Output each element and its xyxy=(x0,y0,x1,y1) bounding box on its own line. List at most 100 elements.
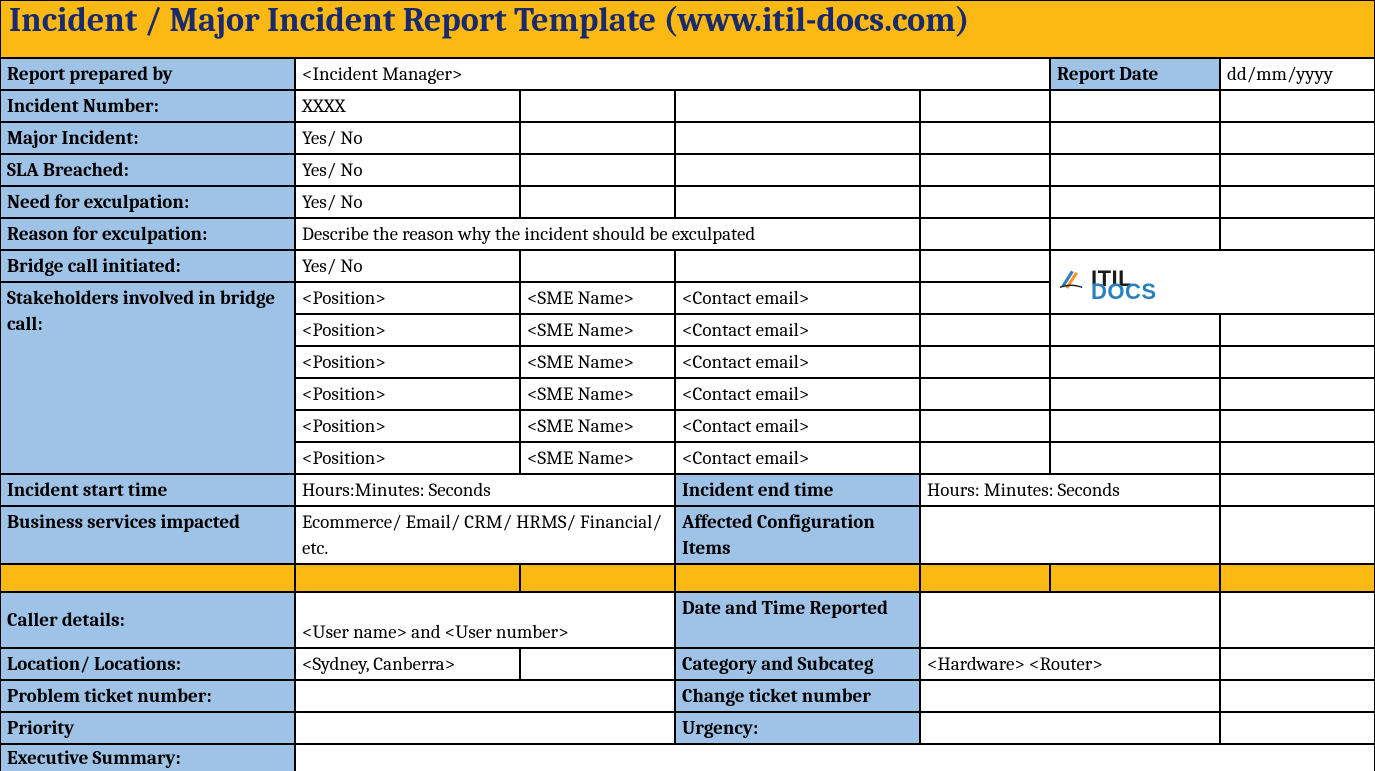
empty-cell[interactable] xyxy=(675,122,920,154)
value-reason-exculpation[interactable]: Describe the reason why the incident sho… xyxy=(295,218,920,250)
empty-cell[interactable] xyxy=(920,250,1050,282)
label-end-time: Incident end time xyxy=(675,474,920,506)
value-incident-number[interactable]: XXXX xyxy=(295,90,520,122)
empty-cell[interactable] xyxy=(1220,712,1375,744)
empty-cell[interactable] xyxy=(1050,314,1220,346)
label-urgency: Urgency: xyxy=(675,712,920,744)
empty-cell[interactable] xyxy=(1220,506,1375,564)
stakeholder-position[interactable]: <Position> xyxy=(295,346,520,378)
empty-cell[interactable] xyxy=(1220,378,1375,410)
stakeholder-email[interactable]: <Contact email> xyxy=(675,282,920,314)
value-locations[interactable]: <Sydney, Canberra> xyxy=(295,648,520,680)
empty-cell[interactable] xyxy=(675,90,920,122)
label-prepared-by: Report prepared by xyxy=(0,58,295,90)
empty-cell[interactable] xyxy=(920,218,1050,250)
value-date-reported[interactable] xyxy=(920,592,1220,648)
value-sla-breached[interactable]: Yes/ No xyxy=(295,154,520,186)
stakeholder-sme[interactable]: <SME Name> xyxy=(520,410,675,442)
empty-cell[interactable] xyxy=(520,250,675,282)
empty-cell[interactable] xyxy=(675,154,920,186)
empty-cell[interactable] xyxy=(1220,474,1375,506)
value-priority[interactable] xyxy=(295,712,675,744)
value-report-date[interactable]: dd/mm/yyyy xyxy=(1220,58,1375,90)
empty-cell[interactable] xyxy=(920,346,1050,378)
label-date-reported: Date and Time Reported xyxy=(675,592,920,648)
value-exec-summary[interactable] xyxy=(295,744,1375,771)
value-end-time[interactable]: Hours: Minutes: Seconds xyxy=(920,474,1220,506)
stakeholder-email[interactable]: <Contact email> xyxy=(675,378,920,410)
empty-cell[interactable] xyxy=(520,154,675,186)
label-exec-summary: Executive Summary: xyxy=(0,744,295,771)
value-caller[interactable]: <User name> and <User number> xyxy=(295,592,675,648)
empty-cell[interactable] xyxy=(520,648,675,680)
empty-cell[interactable] xyxy=(1220,122,1375,154)
empty-cell[interactable] xyxy=(1050,218,1220,250)
value-change-ticket[interactable] xyxy=(920,680,1220,712)
label-incident-number: Incident Number: xyxy=(0,90,295,122)
stakeholder-email[interactable]: <Contact email> xyxy=(675,314,920,346)
stakeholder-position[interactable]: <Position> xyxy=(295,378,520,410)
stakeholder-email[interactable]: <Contact email> xyxy=(675,410,920,442)
empty-cell[interactable] xyxy=(520,186,675,218)
empty-cell[interactable] xyxy=(920,90,1050,122)
empty-cell[interactable] xyxy=(1220,186,1375,218)
book-icon xyxy=(1057,265,1085,293)
stakeholder-sme[interactable]: <SME Name> xyxy=(520,282,675,314)
empty-cell[interactable] xyxy=(920,378,1050,410)
value-services[interactable]: Ecommerce/ Email/ CRM/ HRMS/ Financial/ … xyxy=(295,506,675,564)
empty-cell[interactable] xyxy=(1220,680,1375,712)
empty-cell[interactable] xyxy=(520,90,675,122)
empty-cell[interactable] xyxy=(1220,346,1375,378)
empty-cell[interactable] xyxy=(1220,592,1375,648)
value-major-incident[interactable]: Yes/ No xyxy=(295,122,520,154)
empty-cell[interactable] xyxy=(1050,346,1220,378)
title-row: Incident / Major Incident Report Templat… xyxy=(0,0,1375,58)
stakeholder-email[interactable]: <Contact email> xyxy=(675,346,920,378)
label-change-ticket: Change ticket number xyxy=(675,680,920,712)
empty-cell[interactable] xyxy=(1220,90,1375,122)
empty-cell[interactable] xyxy=(1050,90,1220,122)
stakeholder-position[interactable]: <Position> xyxy=(295,282,520,314)
logo-text-docs: DOCS xyxy=(1091,279,1157,304)
stakeholder-sme[interactable]: <SME Name> xyxy=(520,346,675,378)
empty-cell[interactable] xyxy=(675,250,920,282)
value-prepared-by[interactable]: <Incident Manager> xyxy=(295,58,1050,90)
value-category[interactable]: <Hardware> <Router> xyxy=(920,648,1220,680)
empty-cell[interactable] xyxy=(1220,410,1375,442)
value-urgency[interactable] xyxy=(920,712,1220,744)
empty-cell[interactable] xyxy=(1220,442,1375,474)
stakeholder-position[interactable]: <Position> xyxy=(295,410,520,442)
stakeholder-sme[interactable]: <SME Name> xyxy=(520,442,675,474)
empty-cell[interactable] xyxy=(1050,122,1220,154)
stakeholder-sme[interactable]: <SME Name> xyxy=(520,314,675,346)
stakeholder-position[interactable]: <Position> xyxy=(295,314,520,346)
empty-cell[interactable] xyxy=(1220,154,1375,186)
empty-cell[interactable] xyxy=(1220,648,1375,680)
empty-cell[interactable] xyxy=(920,154,1050,186)
value-bridge-call[interactable]: Yes/ No xyxy=(295,250,520,282)
empty-cell[interactable] xyxy=(920,410,1050,442)
empty-cell[interactable] xyxy=(920,282,1050,314)
stakeholder-position[interactable]: <Position> xyxy=(295,442,520,474)
label-report-date: Report Date xyxy=(1050,58,1220,90)
empty-cell[interactable] xyxy=(920,186,1050,218)
empty-cell[interactable] xyxy=(1050,378,1220,410)
empty-cell[interactable] xyxy=(1050,410,1220,442)
empty-cell[interactable] xyxy=(920,122,1050,154)
stakeholder-sme[interactable]: <SME Name> xyxy=(520,378,675,410)
empty-cell[interactable] xyxy=(1220,314,1375,346)
stakeholder-email[interactable]: <Contact email> xyxy=(675,442,920,474)
empty-cell[interactable] xyxy=(1220,218,1375,250)
value-start-time[interactable]: Hours:Minutes: Seconds xyxy=(295,474,675,506)
empty-cell[interactable] xyxy=(1050,186,1220,218)
value-need-exculpation[interactable]: Yes/ No xyxy=(295,186,520,218)
section-divider xyxy=(0,564,1375,592)
value-affected-ci[interactable] xyxy=(920,506,1220,564)
value-problem-ticket[interactable] xyxy=(295,680,675,712)
empty-cell[interactable] xyxy=(520,122,675,154)
empty-cell[interactable] xyxy=(1050,154,1220,186)
empty-cell[interactable] xyxy=(920,314,1050,346)
empty-cell[interactable] xyxy=(1050,442,1220,474)
empty-cell[interactable] xyxy=(920,442,1050,474)
empty-cell[interactable] xyxy=(675,186,920,218)
